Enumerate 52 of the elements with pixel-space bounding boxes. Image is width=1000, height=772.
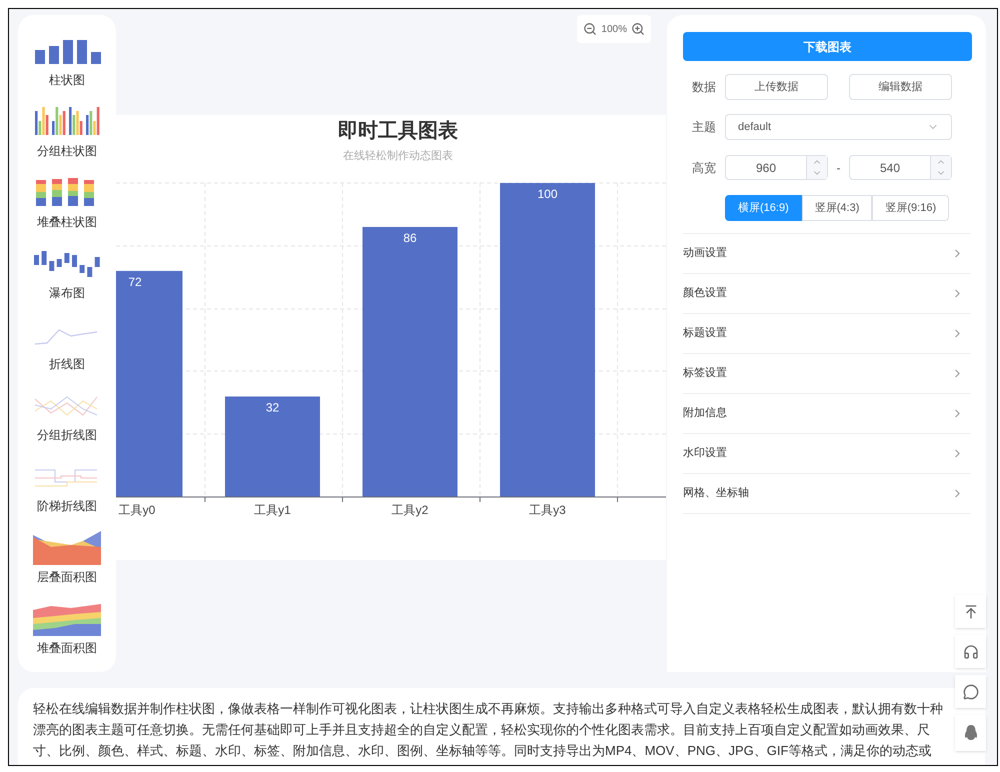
settings-section[interactable]: 附加信息 — [683, 394, 970, 434]
headset-icon — [962, 644, 978, 660]
ratio-tab[interactable]: 竖屏(4:3) — [802, 195, 872, 221]
settings-section[interactable]: 颜色设置 — [683, 274, 970, 314]
axis-label: 工具y3 — [529, 503, 566, 517]
chart-subtitle: 在线轻松制作动态图表 — [343, 150, 453, 162]
number-field[interactable]: 960 — [725, 155, 828, 180]
data-label: 100 — [537, 187, 558, 201]
settings-section[interactable]: 标题设置 — [683, 314, 970, 354]
chart-type-label[interactable]: 分组折线图 — [37, 429, 97, 441]
support-button[interactable] — [955, 635, 986, 668]
settings-section[interactable]: 水印设置 — [683, 434, 970, 474]
settings-section[interactable]: 动画设置 — [683, 234, 970, 274]
description-text: 轻松在线编辑数据并制作柱状图，像做表格一样制作可视化图表，让柱状图生成不再麻烦。支持输出多种格式可导入自定义表格轻松生成图表，默认拥有数十种漂亮的图表主题可任意切换。无需任何基础即可上手并且支持超全的自定义配置，轻松实现你的个性化图表需求。目前支持上百项自定义配置如动画效果、尺寸、比例、颜色、样式、标题、水印、标签、附加信息、水印、图例、坐标轴等等。同时支持导出为MP4、MOV、PNG、JPG、GIF等格式，满足你的动态或 — [33, 700, 944, 760]
chat-icon — [962, 684, 978, 700]
zoom-out-icon[interactable] — [583, 22, 598, 36]
chart-type-label[interactable]: 堆叠面积图 — [37, 642, 97, 654]
data-label: 72 — [128, 274, 142, 289]
settings-section[interactable]: 网格、坐标轴 — [683, 474, 970, 514]
chart-type-label[interactable]: 分组柱状图 — [37, 145, 97, 157]
ratio-tab[interactable]: 竖屏(9:16) — [872, 195, 950, 221]
data-button[interactable]: 编辑数据 — [849, 74, 952, 100]
area-chart-icon — [31, 531, 103, 565]
theme-select[interactable]: default — [725, 114, 952, 140]
data-button[interactable]: 上传数据 — [725, 74, 828, 100]
number-field[interactable]: 540 — [849, 155, 952, 180]
chat-button[interactable] — [955, 675, 986, 708]
zoom-level: 100% — [601, 22, 627, 36]
chart-title: 即时工具图表 — [338, 120, 458, 142]
chart-type-label[interactable]: 瀑布图 — [49, 287, 85, 299]
chart-type-label[interactable]: 阶梯折线图 — [37, 500, 97, 512]
chart-type-label[interactable]: 堆叠柱状图 — [37, 216, 97, 228]
zoom-in-icon[interactable] — [631, 22, 645, 36]
axis-label: 工具y1 — [254, 503, 291, 517]
axis-label: 工具y0 — [118, 503, 156, 517]
axis-label: 工具y2 — [392, 503, 428, 517]
width-input[interactable]: 960 — [726, 156, 806, 179]
settings-section[interactable]: 标签设置 — [683, 354, 970, 394]
separator-text: - — [836, 160, 842, 176]
field-label: 高宽 — [691, 160, 717, 176]
field-label: 数据 — [691, 79, 717, 96]
chart-type-label[interactable]: 折线图 — [49, 358, 85, 370]
chart-type-label[interactable]: 柱状图 — [49, 74, 85, 86]
penguin-icon[interactable] — [964, 724, 978, 742]
data-label: 32 — [266, 400, 280, 415]
stacked-area-chart-icon — [31, 602, 103, 636]
back-to-top-button[interactable] — [955, 595, 986, 628]
arrow-up-icon — [962, 604, 978, 620]
field-label: 主题 — [691, 119, 717, 136]
height-input[interactable]: 540 — [850, 156, 930, 179]
chart-type-label[interactable]: 层叠面积图 — [37, 571, 97, 583]
data-label: 86 — [403, 230, 417, 245]
